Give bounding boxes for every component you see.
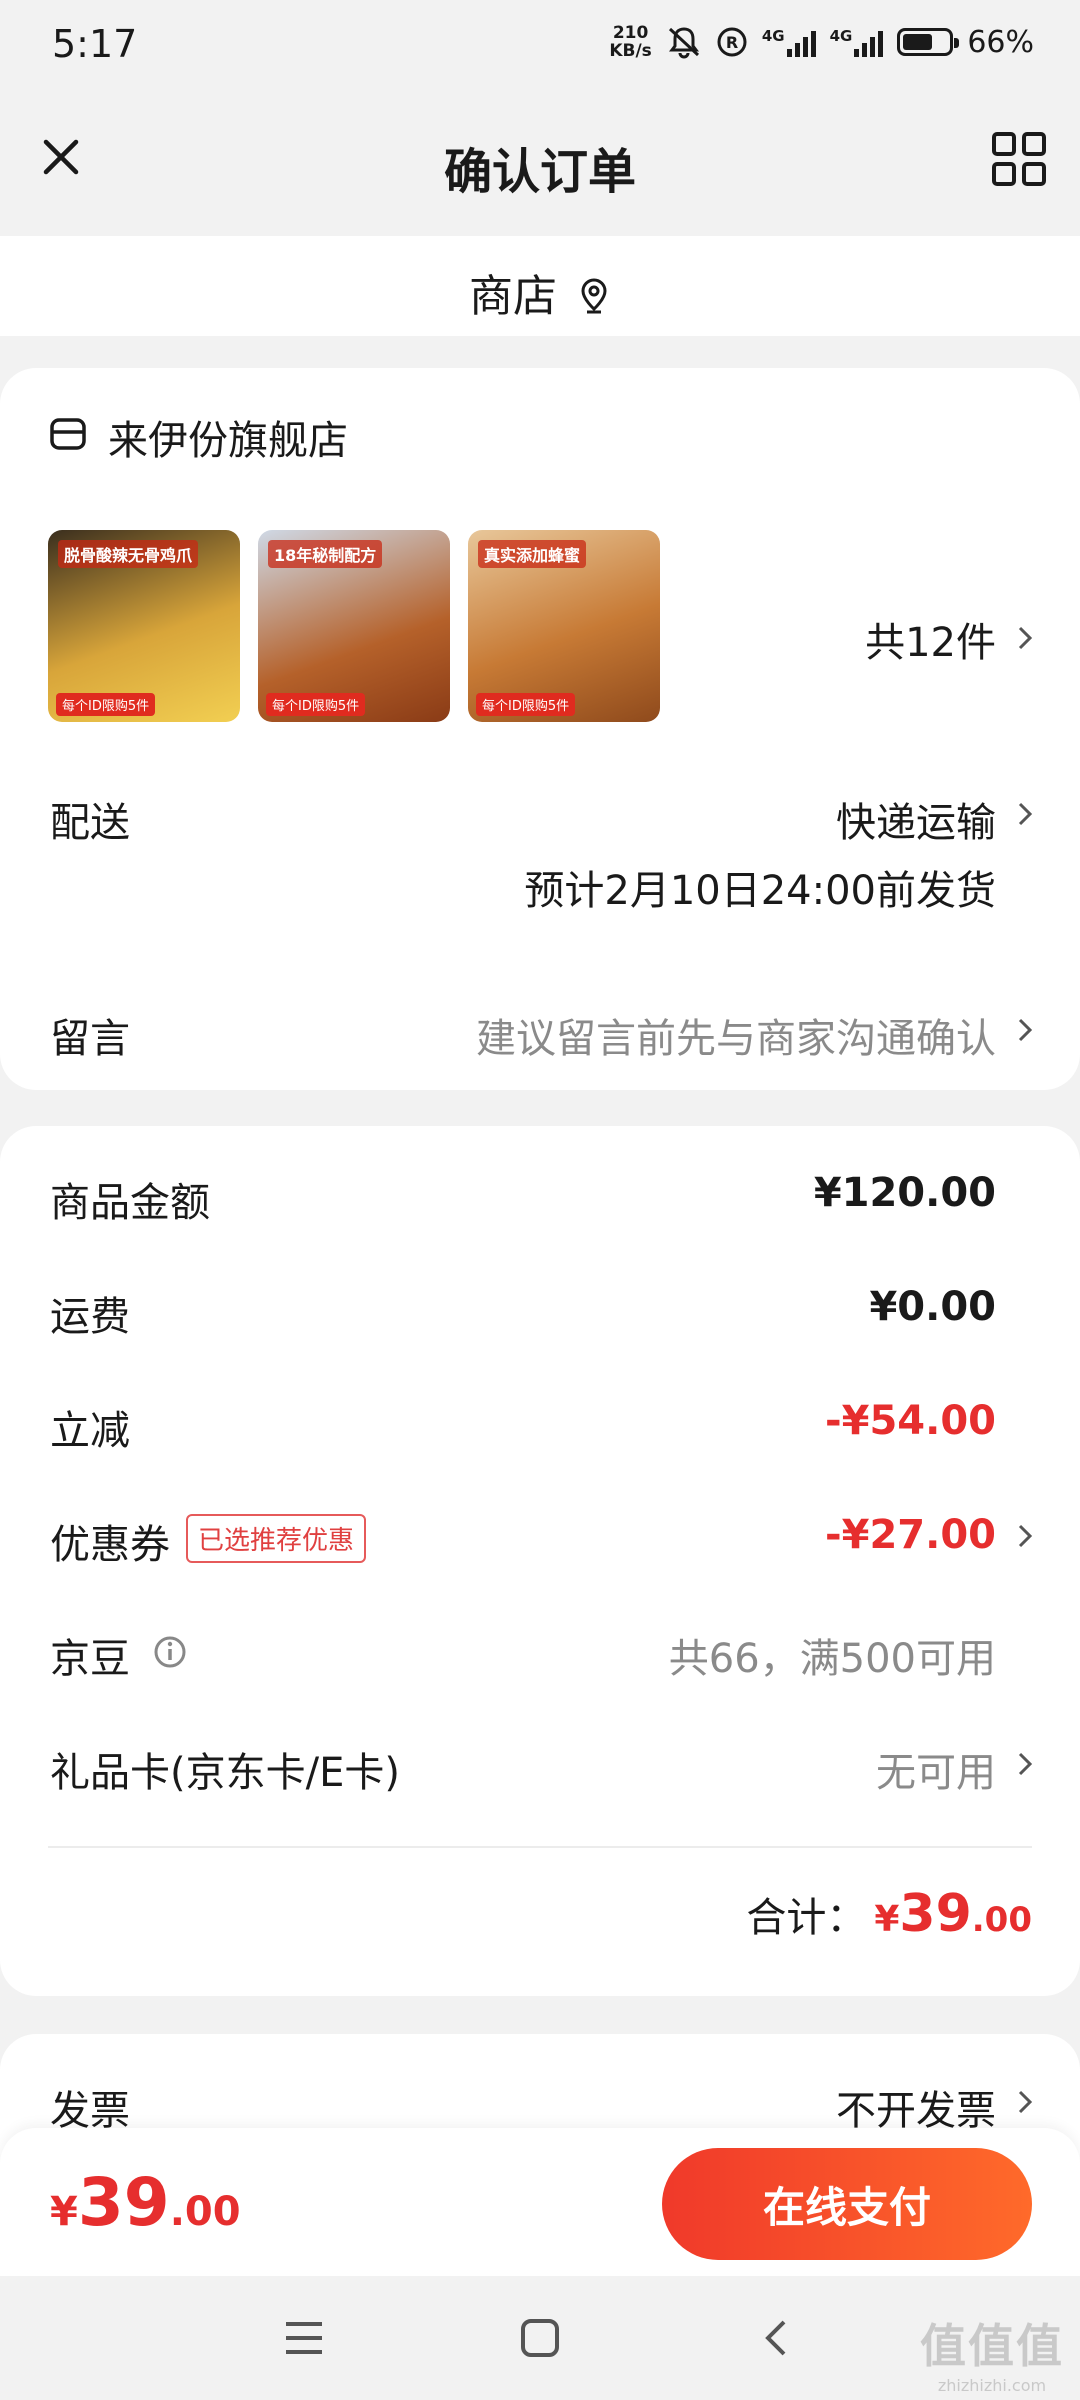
signal-bars-1-icon: [786, 27, 816, 57]
page-title: 确认订单: [443, 144, 636, 200]
pay-currency: ¥: [50, 2189, 78, 2235]
message-field[interactable]: 建议留言前先与商家沟通确认: [476, 1006, 996, 1064]
net-speed: 210 KB/s: [609, 24, 651, 60]
item-count[interactable]: 共12件: [865, 610, 996, 668]
goods-amount-label: 商品金额: [50, 1180, 210, 1226]
total-row: 合计： ¥ 39 .00: [746, 1884, 1032, 1944]
total-dec: .00: [971, 1900, 1032, 1940]
signal-1: 4G: [762, 27, 816, 57]
status-time: 5:17: [52, 22, 138, 66]
header: 确认订单: [0, 96, 1080, 236]
goods-amount-value: ¥120.00: [813, 1170, 996, 1216]
status-bar: 5:17 210 KB/s R 4G 4G 66%: [0, 0, 1080, 96]
order-card: [0, 368, 1080, 1090]
watermark-site: zhizhizhi.com: [937, 2376, 1047, 2395]
battery-percent: 66%: [967, 24, 1034, 60]
net-speed-value: 210: [612, 23, 649, 43]
net-speed-unit: KB/s: [609, 41, 652, 61]
system-nav-bar: [0, 2276, 1080, 2400]
store-label-wrap: 商店: [0, 260, 1080, 324]
network-type-2: 4G: [829, 27, 853, 45]
shipping-label: 运费: [50, 1294, 130, 1340]
message-label: 留言: [50, 1016, 130, 1062]
signal-bars-2-icon: [854, 27, 884, 57]
pay-online-button[interactable]: 在线支付: [662, 2148, 1032, 2260]
shop-name[interactable]: 来伊份旗舰店: [108, 408, 348, 466]
product-thumb-1[interactable]: 脱骨酸辣无骨鸡爪 每个ID限购5件: [48, 530, 240, 722]
registered-icon: R: [717, 27, 747, 57]
discount-value: -¥54.00: [825, 1398, 996, 1444]
giftcard-value[interactable]: 无可用: [876, 1740, 996, 1798]
coupon-label: 优惠券: [50, 1522, 170, 1568]
pay-amount-dec: .00: [169, 2189, 241, 2235]
shipping-value: ¥0.00: [869, 1284, 996, 1330]
chevron-right-icon[interactable]: [1014, 1746, 1036, 1782]
coupon-value[interactable]: -¥27.00: [825, 1512, 996, 1558]
total-int: 39: [899, 1884, 972, 1944]
location-pin-icon: [581, 278, 607, 314]
signal-2: 4G: [830, 27, 884, 57]
delivery-estimate: 预计2月10日24:00前发货: [524, 868, 996, 914]
product-thumb-2-caption: 18年秘制配方: [268, 540, 383, 568]
product-thumb-3-tag: 每个ID限购5件: [476, 693, 576, 716]
menu-icon[interactable]: [282, 2318, 326, 2358]
total-label: 合计：: [746, 1895, 867, 1941]
chevron-right-icon[interactable]: [1014, 1012, 1036, 1048]
product-thumb-2[interactable]: 18年秘制配方 每个ID限购5件: [258, 530, 450, 722]
giftcard-label: 礼品卡(京东卡/E卡): [50, 1750, 400, 1796]
svg-text:R: R: [726, 33, 738, 52]
watermark-glyphs: 值值值: [920, 2319, 1064, 2373]
network-type-1: 4G: [761, 27, 785, 45]
delivery-label: 配送: [50, 800, 130, 846]
product-thumb-1-caption: 脱骨酸辣无骨鸡爪: [58, 540, 199, 568]
back-icon[interactable]: [756, 2316, 796, 2360]
chevron-right-icon[interactable]: [1014, 1518, 1036, 1554]
pay-amount: ¥ 39 .00: [50, 2164, 241, 2241]
store-icon: [50, 418, 86, 450]
store-bar[interactable]: 商店: [0, 236, 1080, 336]
product-thumb-2-tag: 每个ID限购5件: [266, 693, 366, 716]
product-thumb-3[interactable]: 真实添加蜂蜜 每个ID限购5件: [468, 530, 660, 722]
watermark: 值值值 zhizhizhi.com: [920, 2310, 1064, 2395]
chevron-right-icon[interactable]: [1014, 796, 1036, 832]
battery-fill: [903, 34, 933, 50]
divider: [48, 1846, 1032, 1848]
battery-icon: [897, 28, 960, 56]
mute-icon: [668, 27, 699, 59]
coupon-badge: 已选推荐优惠: [186, 1514, 367, 1563]
chevron-right-icon[interactable]: [1014, 620, 1036, 656]
delivery-method[interactable]: 快递运输: [836, 790, 996, 848]
chevron-right-icon[interactable]: [1014, 2084, 1036, 2120]
info-icon[interactable]: [152, 1634, 188, 1670]
store-label: 商店: [469, 271, 557, 322]
discount-label: 立减: [50, 1408, 130, 1454]
pay-bar: ¥ 39 .00 在线支付: [0, 2128, 1080, 2276]
product-thumb-3-caption: 真实添加蜂蜜: [478, 540, 587, 568]
pay-amount-int: 39: [77, 2164, 170, 2241]
jingdou-value: 共66，满500可用: [668, 1636, 996, 1682]
status-indicators: 210 KB/s R 4G 4G 66%: [609, 24, 1034, 60]
total-currency: ¥: [874, 1899, 900, 1940]
jingdou-label: 京豆: [50, 1636, 130, 1682]
home-icon[interactable]: [518, 2316, 562, 2360]
grid-icon[interactable]: [986, 126, 1052, 192]
product-thumb-1-tag: 每个ID限购5件: [56, 693, 156, 716]
